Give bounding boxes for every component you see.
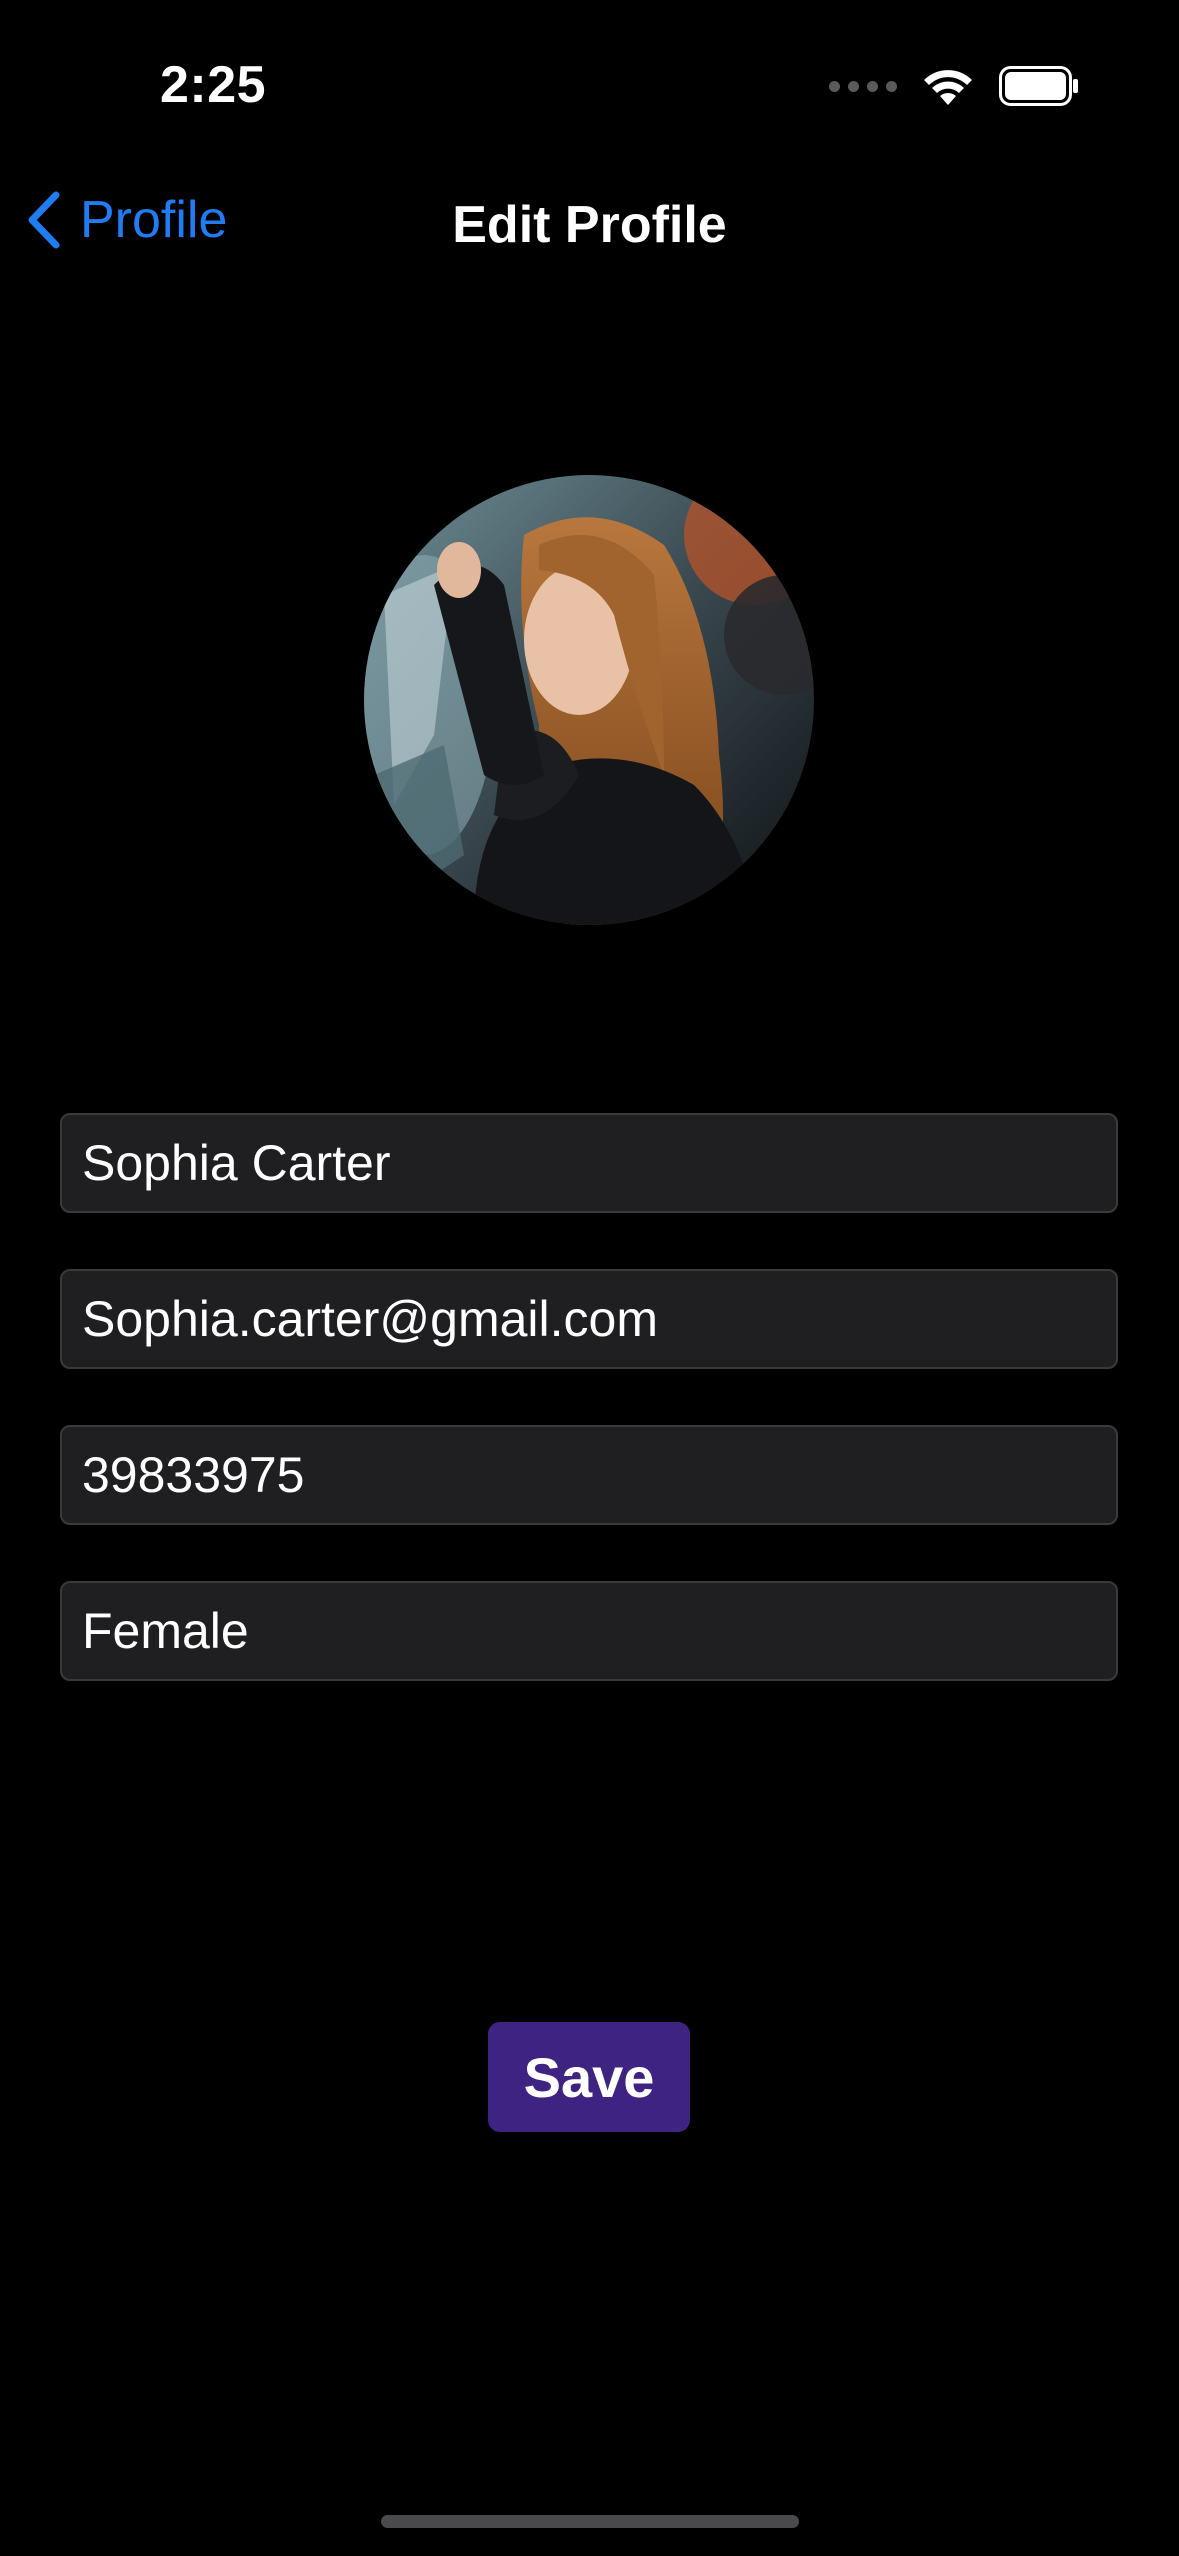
wifi-icon — [923, 67, 973, 105]
profile-photo — [364, 475, 814, 925]
name-field[interactable] — [60, 1113, 1118, 1213]
page-title: Edit Profile — [452, 196, 727, 254]
status-icons — [829, 66, 1079, 106]
gender-field[interactable] — [60, 1581, 1118, 1681]
home-indicator[interactable] — [381, 2515, 799, 2528]
profile-avatar[interactable] — [364, 475, 814, 925]
email-field[interactable] — [60, 1269, 1118, 1369]
signal-dots-icon — [829, 80, 897, 92]
status-time: 2:25 — [160, 56, 267, 114]
battery-icon — [999, 66, 1079, 106]
phone-field[interactable] — [60, 1425, 1118, 1525]
save-button[interactable]: Save — [488, 2022, 690, 2132]
